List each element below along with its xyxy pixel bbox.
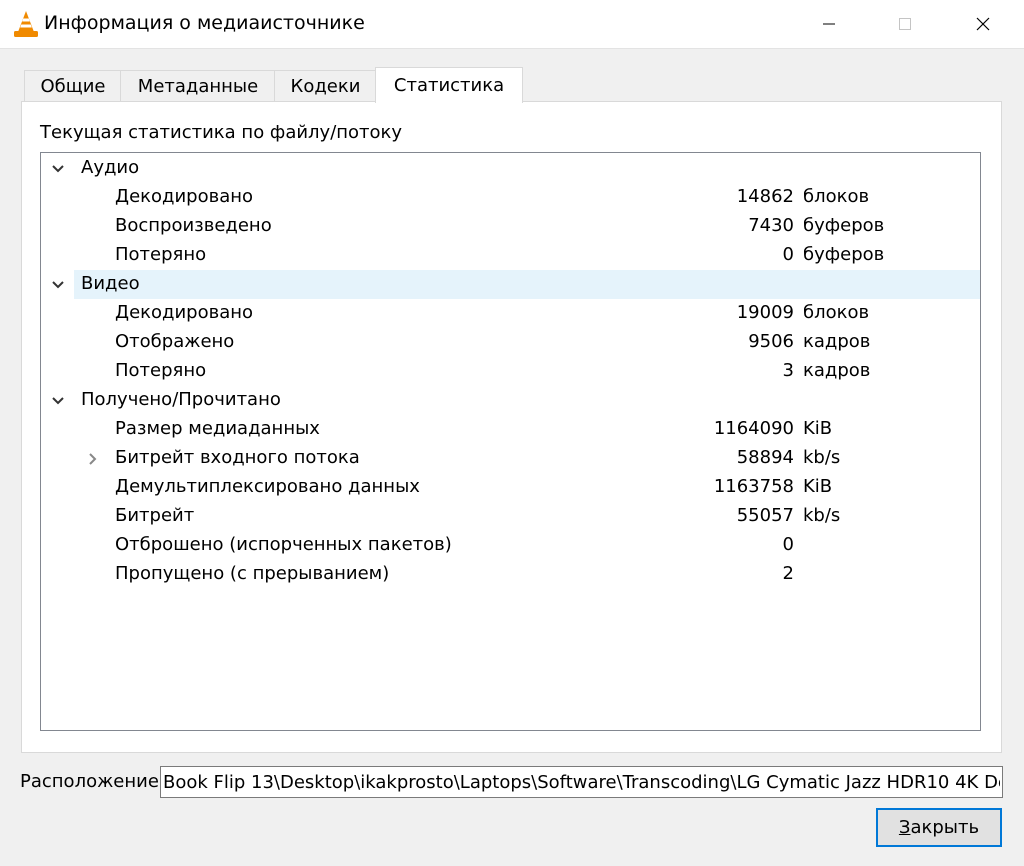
tab-codecs-before: Ко [290, 76, 315, 97]
tree-group-audio[interactable]: Аудио [41, 154, 980, 183]
tab-codecs-rest: еки [326, 76, 361, 97]
stat-value: 2 [782, 563, 794, 584]
tab-codecs-label: Кодеки [291, 76, 361, 97]
tree-row[interactable]: Воспроизведено 7430 буферов [41, 212, 980, 241]
stat-unit: блоков [803, 186, 870, 207]
stat-unit: блоков [803, 302, 870, 323]
tree-row[interactable]: Пропущено (с прерыванием) 2 [41, 560, 980, 589]
stat-label: Размер медиаданных [115, 418, 320, 439]
stat-label: Пропущено (с прерыванием) [115, 563, 390, 584]
close-icon [976, 17, 990, 31]
stat-unit: KiB [803, 418, 833, 439]
statistics-panel: Текущая статистика по файлу/потоку Аудио… [21, 101, 1002, 753]
stat-label: Битрейт входного потока [115, 447, 360, 468]
statistics-tree[interactable]: Аудио Декодировано 14862 блоков Воспроиз… [40, 152, 981, 731]
stat-unit: буферов [803, 244, 885, 265]
stat-value: 14862 [736, 186, 794, 207]
group-label: Аудио [81, 157, 140, 178]
stat-unit: буферов [803, 215, 885, 236]
minimize-icon [823, 23, 835, 25]
tree-row[interactable]: Битрейт 55057 kb/s [41, 502, 980, 531]
tab-statistics-mnemonic: т [406, 75, 417, 96]
stat-unit: kb/s [803, 505, 841, 526]
tree-row[interactable]: Декодировано 19009 блоков [41, 299, 980, 328]
stat-unit: кадров [803, 360, 871, 381]
tree-group-input[interactable]: Получено/Прочитано [41, 386, 980, 415]
stat-value: 1163758 [713, 476, 794, 497]
stat-label: Потеряно [115, 360, 207, 381]
group-label: Видео [81, 273, 140, 294]
maximize-button[interactable] [866, 0, 944, 48]
tree-row[interactable]: Размер медиаданных 1164090 KiB [41, 415, 980, 444]
tree-group-video[interactable]: Видео [41, 270, 980, 299]
stat-value: 55057 [736, 505, 794, 526]
maximize-icon [899, 18, 911, 30]
group-label: Получено/Прочитано [81, 389, 281, 410]
window-title: Информация о медиаисточнике [44, 12, 365, 34]
chevron-down-icon[interactable] [50, 161, 66, 177]
stat-value: 19009 [736, 302, 794, 323]
panel-heading: Текущая статистика по файлу/потоку [40, 122, 403, 143]
close-button[interactable]: Закрыть [876, 808, 1002, 847]
stat-value: 3 [782, 360, 794, 381]
stat-label: Потеряно [115, 244, 207, 265]
tree-row[interactable]: Демультиплексировано данных 1163758 KiB [41, 473, 980, 502]
stat-value: 1164090 [713, 418, 794, 439]
tab-statistics-before: С [393, 75, 407, 96]
close-window-button[interactable] [944, 0, 1022, 48]
stat-value: 0 [782, 534, 794, 555]
stat-label: Воспроизведено [115, 215, 272, 236]
vlc-cone-icon [14, 11, 38, 37]
stat-label: Битрейт [115, 505, 195, 526]
stat-unit: kb/s [803, 447, 841, 468]
location-input[interactable] [161, 767, 1002, 797]
stat-unit: кадров [803, 331, 871, 352]
close-button-mnemonic: З [898, 817, 911, 838]
tab-metadata-mnemonic: М [137, 76, 154, 97]
tree-row[interactable]: Битрейт входного потока 58894 kb/s [41, 444, 980, 473]
chevron-down-icon[interactable] [50, 393, 66, 409]
tab-general-mnemonic: О [40, 76, 55, 97]
tab-statistics[interactable]: Статистика [375, 67, 523, 103]
tab-statistics-rest: атистика [416, 75, 505, 96]
chevron-down-icon[interactable] [50, 277, 66, 293]
tree-row[interactable]: Декодировано 14862 блоков [41, 183, 980, 212]
stat-value: 0 [782, 244, 794, 265]
tab-codecs-mnemonic: д [314, 76, 327, 97]
tab-general[interactable]: Общие [24, 70, 122, 102]
tree-row[interactable]: Отброшено (испорченных пакетов) 0 [41, 531, 980, 560]
tab-general-rest: бщие [54, 76, 106, 97]
stat-unit: KiB [803, 476, 833, 497]
tree-row[interactable]: Потеряно 0 буферов [41, 241, 980, 270]
location-label: Расположение: [20, 771, 165, 792]
tree-row[interactable]: Отображено 9506 кадров [41, 328, 980, 357]
stat-value: 58894 [736, 447, 794, 468]
tab-metadata-rest: етаданные [153, 76, 259, 97]
tree-row[interactable]: Потеряно 3 кадров [41, 357, 980, 386]
minimize-button[interactable] [790, 0, 868, 48]
stat-label: Отброшено (испорченных пакетов) [115, 534, 452, 555]
stat-label: Декодировано [115, 302, 254, 323]
close-button-label: Закрыть [899, 817, 979, 838]
title-bar: Информация о медиаисточнике [0, 0, 1024, 49]
tab-metadata[interactable]: Метаданные [120, 70, 276, 102]
stat-label: Отображено [115, 331, 235, 352]
tab-general-label: Общие [41, 76, 106, 97]
location-field[interactable] [160, 766, 1003, 798]
stat-label: Декодировано [115, 186, 254, 207]
chevron-right-icon[interactable] [85, 451, 101, 467]
stat-value: 9506 [748, 331, 794, 352]
close-button-rest: акрыть [910, 817, 980, 838]
stat-value: 7430 [748, 215, 794, 236]
tab-codecs[interactable]: Кодеки [274, 70, 377, 102]
tab-statistics-label: Статистика [394, 75, 504, 96]
tab-metadata-label: Метаданные [138, 76, 258, 97]
stat-label: Демультиплексировано данных [115, 476, 420, 497]
